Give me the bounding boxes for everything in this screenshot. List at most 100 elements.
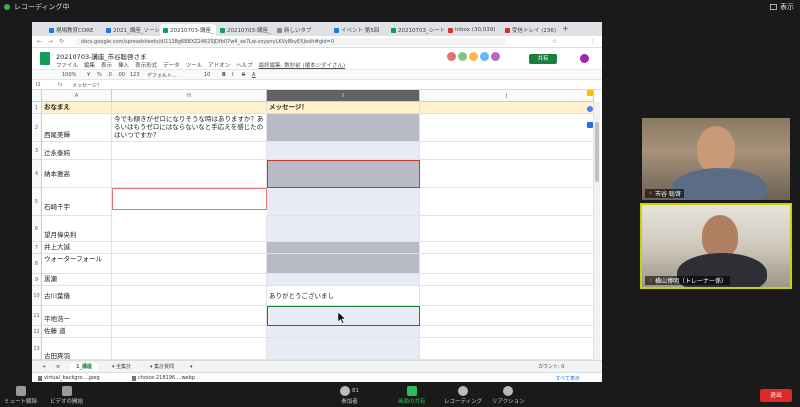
download-item[interactable]: choice-218196....webp (132, 375, 195, 381)
font-select[interactable]: デフォルト... (147, 72, 177, 79)
cell-j[interactable] (420, 114, 594, 142)
cell-j[interactable] (420, 102, 594, 114)
new-tab-icon[interactable]: + (562, 24, 569, 33)
sheet-tab[interactable]: ▾ 全集計 (106, 363, 137, 371)
forward-icon[interactable]: → (48, 38, 53, 45)
cell-question[interactable] (112, 142, 267, 160)
cell-name[interactable]: 古川葉儀 (42, 286, 112, 306)
cell-j[interactable] (420, 306, 594, 326)
browser-tab[interactable]: 2021_講座_ソーシ (103, 24, 159, 36)
cell-message[interactable]: ありがとうございまし (267, 286, 420, 306)
row-number[interactable]: 8 (32, 254, 42, 274)
collaborator-avatar[interactable] (480, 52, 489, 61)
cell-question[interactable] (112, 160, 267, 188)
browser-tab[interactable]: 現場教育CORE (46, 24, 102, 36)
record-button[interactable]: レコーディング (444, 386, 482, 405)
reactions-button[interactable]: リアクション (492, 386, 525, 405)
sheet-tab-active[interactable]: 1_講座 (70, 363, 98, 371)
row-number[interactable]: 2 (32, 114, 42, 142)
decimal-increase-button[interactable]: .00 (117, 72, 125, 78)
browser-tab-active[interactable]: 20210703-講座_ (160, 24, 216, 36)
sheet-tab[interactable]: ▾ 集計質問 (144, 363, 180, 371)
number-format-button[interactable]: 123 (130, 72, 140, 78)
decimal-decrease-button[interactable]: .0 (107, 72, 112, 78)
calendar-icon[interactable] (587, 122, 593, 128)
row-number[interactable]: 9 (32, 274, 42, 286)
cell-j[interactable] (420, 254, 594, 274)
column-header-i[interactable]: I (267, 90, 420, 102)
cell-name[interactable]: 古田爽羽 (42, 338, 112, 360)
menu-icon[interactable]: ⋮ (590, 38, 596, 45)
corner-cell[interactable] (32, 90, 42, 102)
menu-addons[interactable]: アドオン (208, 61, 230, 69)
cell-message[interactable] (267, 216, 420, 242)
row-number[interactable]: 3 (32, 142, 42, 160)
column-header-h[interactable]: H (112, 90, 267, 102)
cell-question[interactable] (112, 274, 267, 286)
cell-j[interactable] (420, 338, 594, 360)
cell-question[interactable] (112, 326, 267, 338)
bold-button[interactable]: B (222, 72, 226, 78)
cell-question[interactable] (112, 216, 267, 242)
cell-name[interactable]: ウォーターフォール (42, 254, 112, 274)
cell-question[interactable] (112, 338, 267, 360)
text-color-button[interactable]: A (252, 72, 255, 78)
cell-message[interactable] (267, 188, 420, 216)
cell-question[interactable] (112, 306, 267, 326)
sheets-logo-icon[interactable] (40, 52, 50, 65)
row-number[interactable]: 5 (32, 188, 42, 216)
browser-tab[interactable]: イベント 第5回 (331, 24, 387, 36)
row-number[interactable]: 7 (32, 242, 42, 254)
browser-tab[interactable]: 受信トレイ (236) (502, 24, 558, 36)
cell-message[interactable] (267, 326, 420, 338)
cell-name[interactable]: おなまえ (42, 102, 112, 114)
cell-question[interactable] (112, 188, 267, 210)
cell-name[interactable]: 佐藤 道 (42, 326, 112, 338)
participants-button[interactable]: 81 参加者 (340, 386, 359, 405)
share-screen-button[interactable]: 画面の共有 (398, 386, 426, 405)
cell-question[interactable] (112, 242, 267, 254)
vertical-scrollbar[interactable] (594, 102, 600, 360)
menu-edit[interactable]: 編集 (84, 61, 95, 69)
cell-message[interactable] (267, 114, 420, 142)
currency-button[interactable]: ¥ (87, 72, 90, 78)
cell-question[interactable] (112, 102, 267, 114)
column-header-a[interactable]: A (42, 90, 112, 102)
row-number[interactable]: 13 (32, 338, 42, 360)
cell-message[interactable]: メッセージ！ (267, 102, 420, 114)
column-header-j[interactable]: J (420, 90, 594, 102)
cell-name[interactable]: 納本雅高 (42, 160, 112, 188)
collaborator-avatar[interactable] (491, 52, 500, 61)
cell-message[interactable] (267, 160, 420, 188)
formula-input[interactable]: メッセージ！ (72, 82, 102, 89)
menu-format[interactable]: 表示形式 (135, 61, 157, 69)
cell-name[interactable]: 石崎千宇 (42, 188, 112, 216)
row-number[interactable]: 6 (32, 216, 42, 242)
cell-question[interactable] (112, 286, 267, 306)
browser-tab[interactable]: 20210703-講座_ (217, 24, 273, 36)
menu-help[interactable]: ヘルプ (236, 61, 253, 69)
keep-icon[interactable] (587, 90, 593, 96)
percent-button[interactable]: % (97, 72, 102, 78)
collaborator-avatar[interactable] (469, 52, 478, 61)
cell-message[interactable] (267, 338, 420, 360)
collaborator-avatar[interactable] (458, 52, 467, 61)
italic-button[interactable]: I (232, 72, 233, 78)
download-item[interactable]: virtual_backgro....jpeg (38, 375, 100, 381)
menu-tools[interactable]: ツール (186, 61, 203, 69)
menu-insert[interactable]: 挿入 (118, 61, 129, 69)
browser-tab[interactable]: 20210703_シートー (388, 24, 444, 36)
document-title[interactable]: 20210703-講座_市谷聡啓さま (56, 51, 147, 61)
mute-button[interactable]: ミュート解除 (4, 386, 37, 405)
start-video-button[interactable]: ビデオの開始 (50, 386, 83, 405)
share-button[interactable]: 共有 (529, 54, 557, 64)
scrollbar-thumb[interactable] (595, 122, 599, 182)
video-tile-active[interactable]: ✕ 横山博明（トレーナー係） (640, 203, 792, 289)
menu-view[interactable]: 表示 (101, 61, 112, 69)
cell-j[interactable] (420, 160, 594, 188)
cell-j[interactable] (420, 242, 594, 254)
cell-j[interactable] (420, 188, 594, 216)
leave-button[interactable]: 退出 (760, 389, 792, 402)
cell-j[interactable] (420, 326, 594, 338)
account-avatar[interactable] (580, 54, 589, 63)
